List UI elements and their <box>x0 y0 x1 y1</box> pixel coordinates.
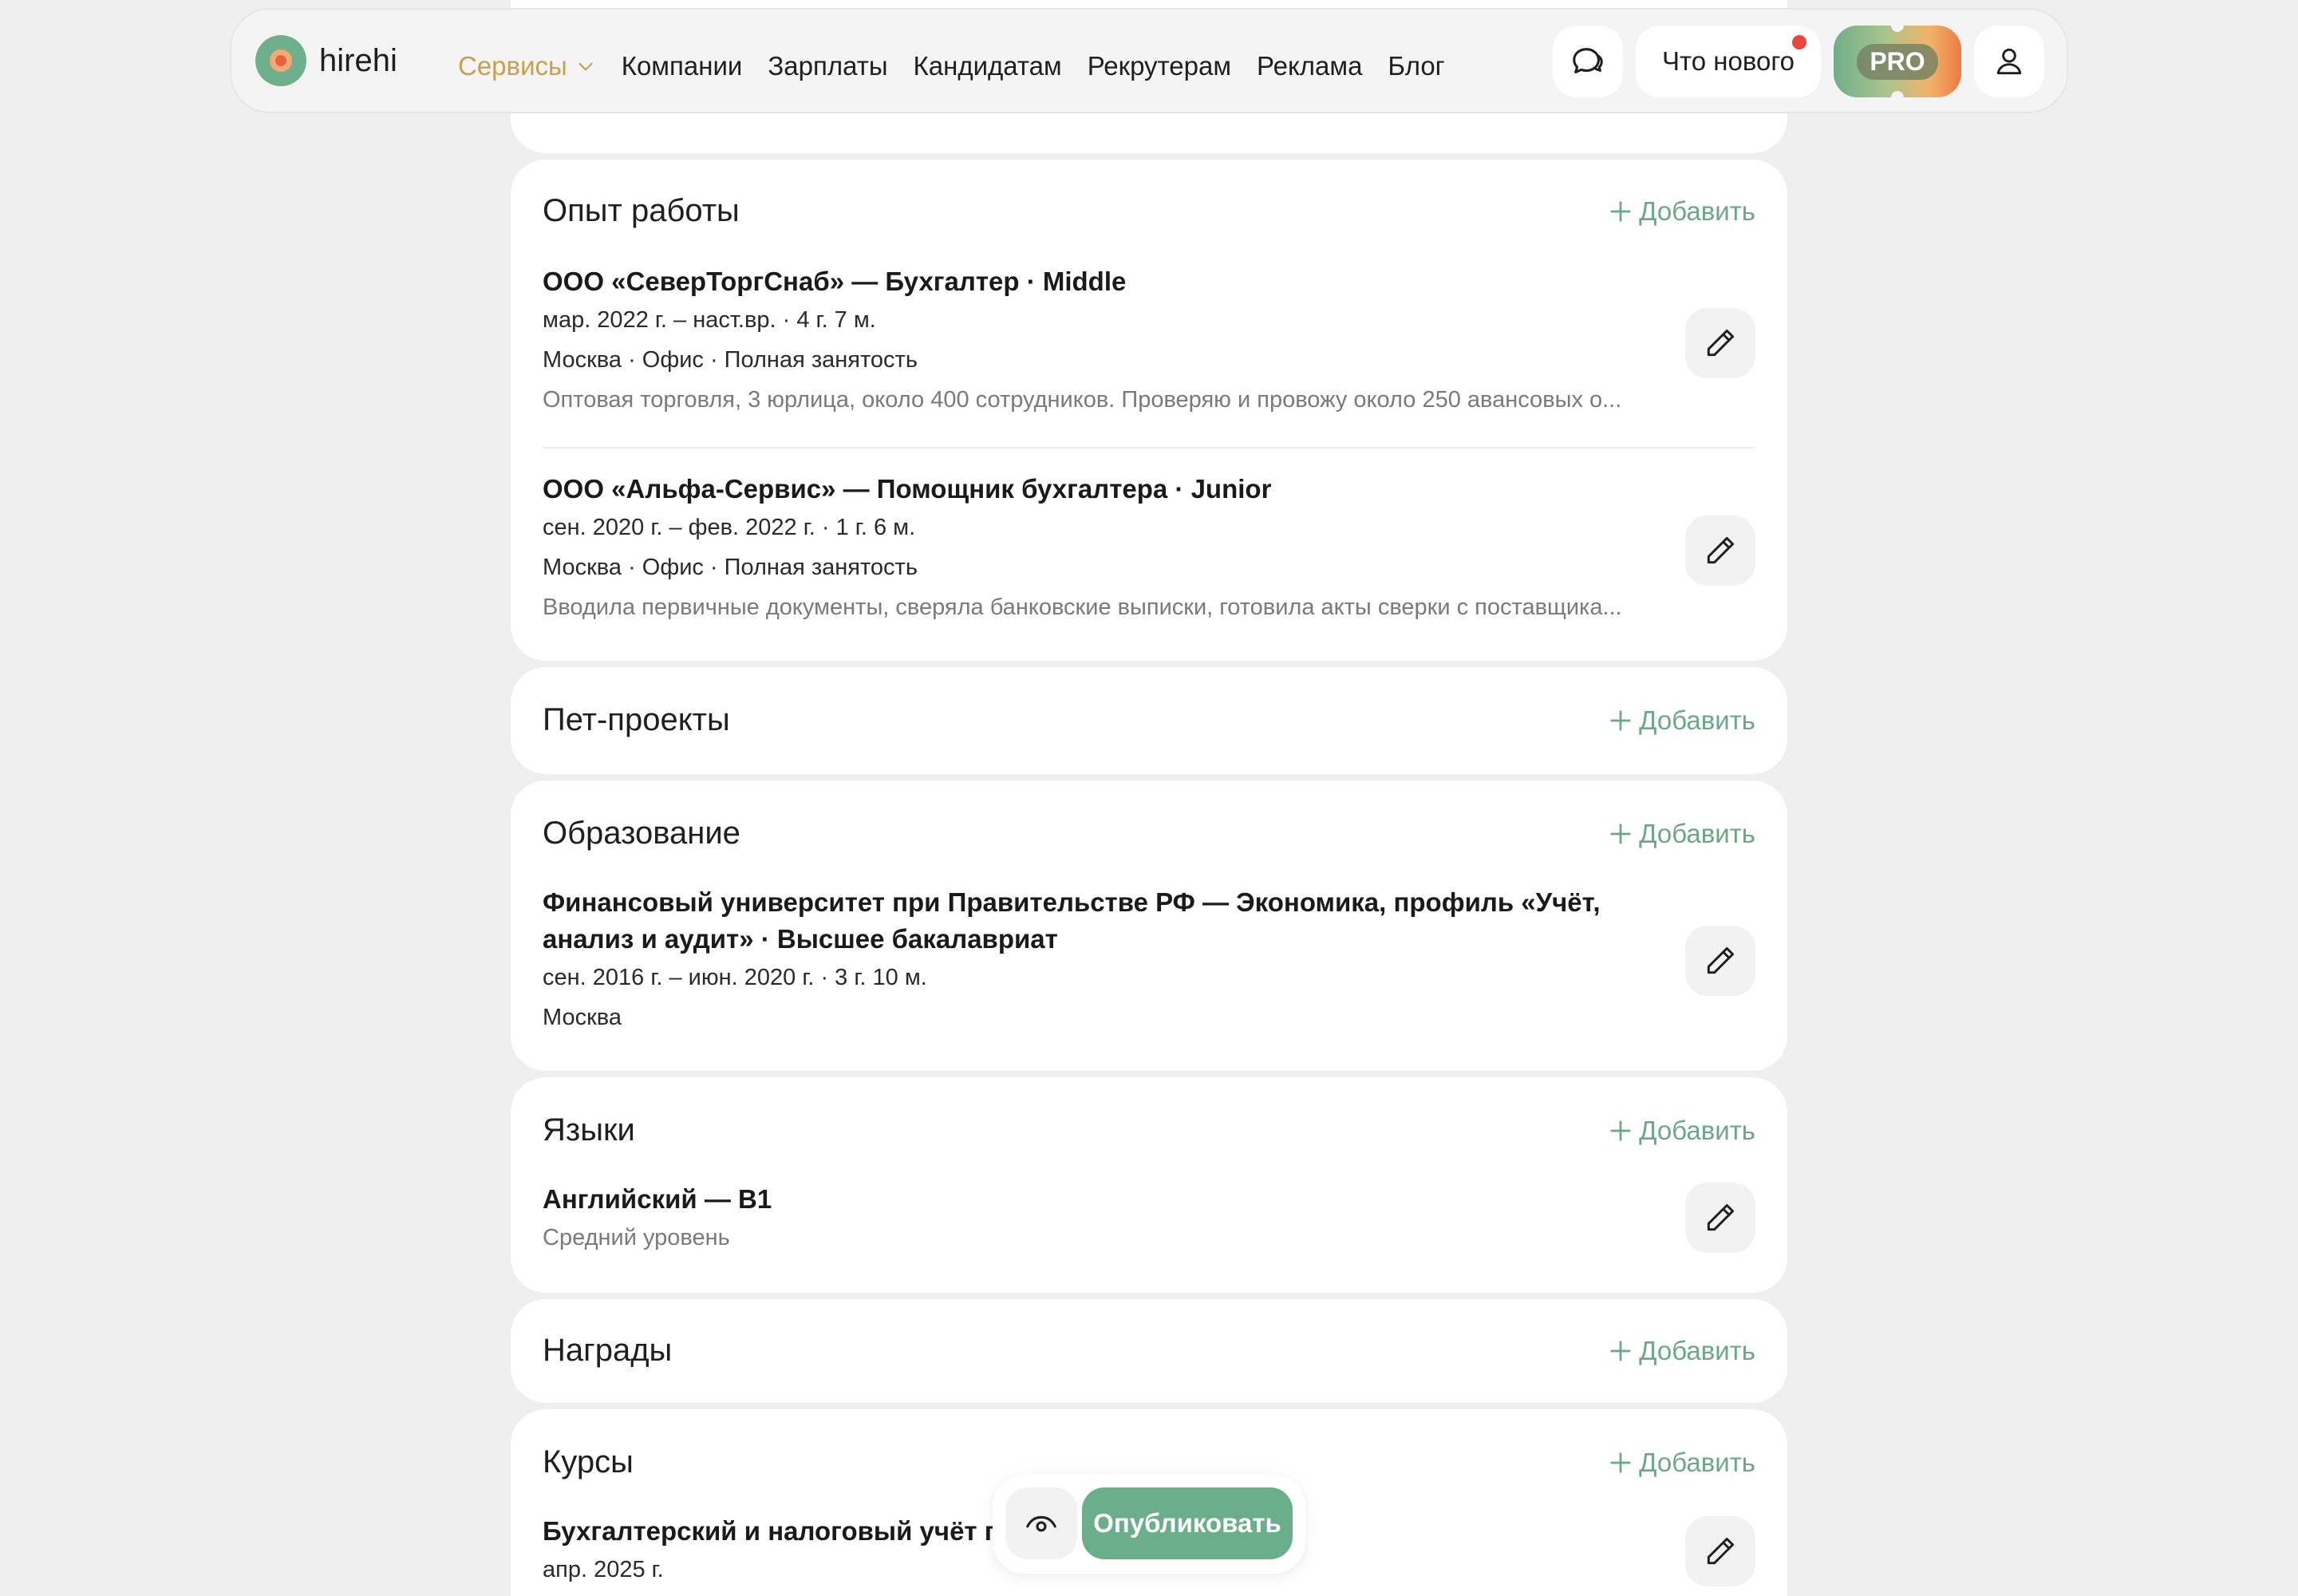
messages-button[interactable] <box>1553 26 1623 97</box>
education-entry: Финансовый университет при Правительстве… <box>543 884 1755 1044</box>
add-pet-project-button[interactable]: Добавить <box>1609 705 1755 736</box>
pet-projects-card: Пет-проекты Добавить <box>511 667 1787 774</box>
awards-card: Награды Добавить <box>511 1299 1787 1403</box>
nav-item-blog[interactable]: Блог <box>1388 51 1444 81</box>
pet-projects-title: Пет-проекты <box>543 702 730 737</box>
logo[interactable]: hirehi <box>255 35 397 86</box>
plus-icon <box>1610 201 1631 222</box>
language-entry: Английский — B1 Средний уровень <box>543 1181 1755 1261</box>
profile-button[interactable] <box>1974 26 2044 97</box>
pencil-icon <box>1707 329 1735 357</box>
add-label: Добавить <box>1639 819 1755 848</box>
language-entry-title: Английский — B1 <box>543 1184 772 1214</box>
nav-item-candidates[interactable]: Кандидатам <box>914 51 1062 81</box>
edit-course-button[interactable] <box>1685 1516 1755 1586</box>
nav-item-salaries[interactable]: Зарплаты <box>768 51 887 81</box>
nav-item-services[interactable]: Сервисы <box>458 51 596 81</box>
add-education-button[interactable]: Добавить <box>1609 819 1755 849</box>
top-navbar: hirehi Сервисы Компании Зарплаты Кандида… <box>230 8 2068 113</box>
plus-icon <box>1610 824 1631 844</box>
courses-title: Курсы <box>543 1444 634 1479</box>
pencil-icon <box>1707 1203 1735 1231</box>
experience-entry-description: Вводила первичные документы, сверяла бан… <box>543 595 1622 620</box>
add-label: Добавить <box>1639 196 1755 226</box>
chat-bubbles-icon <box>1573 48 1603 73</box>
logo-text: hirehi <box>319 42 397 78</box>
eye-icon <box>1026 1515 1056 1532</box>
education-entry-location: Москва <box>543 1005 622 1030</box>
experience-title: Опыт работы <box>543 193 740 228</box>
experience-entry-period: мар. 2022 г. – наст.вр. · 4 г. 7 м. <box>543 307 876 333</box>
main-nav: Сервисы Компании Зарплаты Кандидатам Рек… <box>458 51 1445 81</box>
education-entry-title: Финансовый университет при Правительстве… <box>543 887 1601 954</box>
languages-title: Языки <box>543 1112 635 1148</box>
plus-icon <box>1610 1452 1631 1473</box>
experience-entry: ООО «Альфа-Сервис» — Помощник бухгалтера… <box>543 471 1755 630</box>
awards-title: Награды <box>543 1333 673 1368</box>
chevron-down-icon <box>578 62 593 71</box>
experience-entry-location: Москва · Офис · Полная занятость <box>543 347 918 373</box>
add-label: Добавить <box>1639 1448 1755 1477</box>
language-entry-level: Средний уровень <box>543 1225 730 1250</box>
plus-icon <box>1610 1120 1631 1141</box>
ticket-notch <box>1891 19 1904 32</box>
experience-entry-location: Москва · Офис · Полная занятость <box>543 555 918 580</box>
education-entry-period: сен. 2016 г. – июн. 2020 г. · 3 г. 10 м. <box>543 965 927 990</box>
add-label: Добавить <box>1639 1336 1755 1365</box>
nav-item-recruiters[interactable]: Рекрутерам <box>1088 51 1231 81</box>
plus-icon <box>1610 1341 1631 1361</box>
entry-divider <box>543 447 1755 448</box>
education-card: Образование Добавить Финансовый универси… <box>511 780 1787 1071</box>
add-label: Добавить <box>1639 1116 1755 1145</box>
edit-education-button[interactable] <box>1685 926 1755 996</box>
add-label: Добавить <box>1639 705 1755 735</box>
add-award-button[interactable]: Добавить <box>1609 1336 1755 1366</box>
edit-experience-button[interactable] <box>1685 516 1755 586</box>
experience-entry-title: ООО «Альфа-Сервис» — Помощник бухгалтера… <box>543 474 1272 504</box>
user-icon <box>1996 48 2022 75</box>
education-title: Образование <box>543 816 740 851</box>
nav-item-advertising[interactable]: Реклама <box>1257 51 1362 81</box>
experience-entry: ООО «СеверТоргСнаб» — Бухгалтер · Middle… <box>543 263 1755 423</box>
publish-button[interactable]: Опубликовать <box>1082 1487 1293 1559</box>
logo-icon <box>255 35 306 86</box>
whats-new-button[interactable]: Что нового <box>1636 26 1821 97</box>
experience-entry-period: сен. 2020 г. – фев. 2022 г. · 1 г. 6 м. <box>543 515 916 540</box>
notification-dot <box>1792 35 1806 49</box>
plus-icon <box>1610 710 1631 731</box>
add-language-button[interactable]: Добавить <box>1609 1116 1755 1146</box>
add-experience-button[interactable]: Добавить <box>1609 196 1755 227</box>
pencil-icon <box>1707 536 1735 564</box>
experience-entry-description: Оптовая торговля, 3 юрлица, около 400 со… <box>543 387 1622 413</box>
nav-item-label: Сервисы <box>458 51 567 81</box>
floating-action-bar: Опубликовать <box>993 1475 1305 1574</box>
pencil-icon <box>1707 1537 1735 1565</box>
experience-entry-title: ООО «СеверТоргСнаб» — Бухгалтер · Middle <box>543 267 1127 296</box>
pro-button[interactable]: PRO <box>1834 19 1961 104</box>
edit-experience-button[interactable] <box>1685 308 1755 378</box>
add-course-button[interactable]: Добавить <box>1609 1448 1755 1478</box>
nav-item-companies[interactable]: Компании <box>622 51 743 81</box>
pro-label: PRO <box>1857 43 1938 80</box>
ticket-notch <box>1891 91 1904 104</box>
pencil-icon <box>1707 946 1735 974</box>
edit-language-button[interactable] <box>1685 1183 1755 1253</box>
languages-card: Языки Добавить Английский — B1 Средний у… <box>511 1077 1787 1293</box>
experience-card: Опыт работы Добавить ООО «СеверТоргСнаб»… <box>511 160 1787 661</box>
preview-button[interactable] <box>1005 1487 1077 1559</box>
whats-new-label: Что нового <box>1661 46 1795 76</box>
